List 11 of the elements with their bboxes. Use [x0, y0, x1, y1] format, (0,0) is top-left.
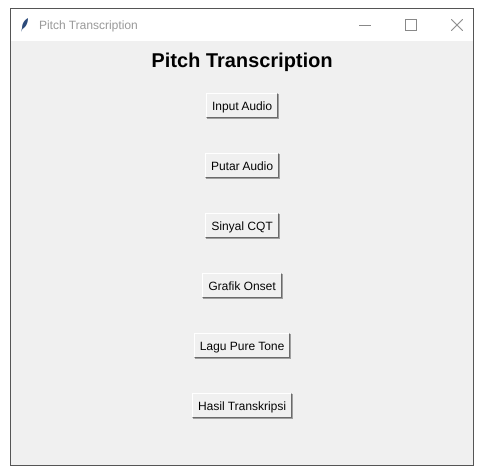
- action-button[interactable]: Sinyal CQT: [205, 213, 279, 238]
- window-title: Pitch Transcription: [39, 17, 138, 34]
- maximize-icon[interactable]: [405, 19, 417, 31]
- close-icon[interactable]: [451, 19, 463, 31]
- feather-icon: [21, 18, 29, 32]
- action-button[interactable]: Hasil Transkripsi: [192, 393, 292, 418]
- action-button[interactable]: Input Audio: [206, 93, 278, 118]
- action-button[interactable]: Putar Audio: [204, 153, 280, 178]
- app-heading: Pitch Transcription: [151, 49, 333, 73]
- action-button[interactable]: Grafik Onset: [202, 273, 282, 298]
- action-button[interactable]: Lagu Pure Tone: [194, 333, 290, 358]
